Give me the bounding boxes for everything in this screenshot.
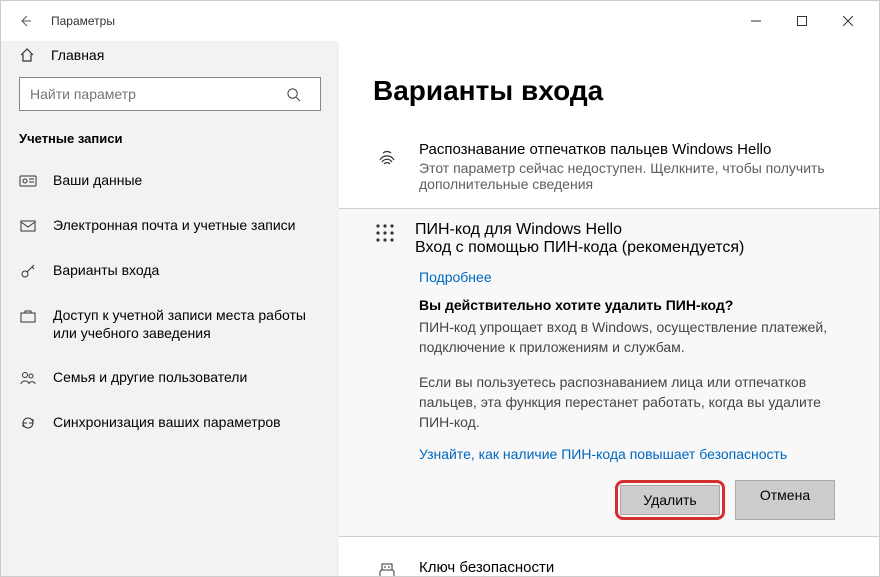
nav-label: Ваши данные [53,171,142,189]
delete-button[interactable]: Удалить [620,485,720,515]
option-title: ПИН-код для Windows Hello [415,221,744,239]
nav-signin-options[interactable]: Варианты входа [1,248,339,293]
pin-learn-link[interactable]: Узнайте, как наличие ПИН-кода повышает б… [419,446,787,462]
nav-family[interactable]: Семья и другие пользователи [1,355,339,400]
minimize-button[interactable] [733,6,779,36]
search-box[interactable] [19,77,321,111]
sidebar: Главная Учетные записи Ваши данные Элект… [1,41,339,576]
search-icon [286,87,320,102]
briefcase-icon [19,307,37,325]
option-title: Ключ безопасности [419,559,750,576]
main-panel: Варианты входа Распознавание отпечатков … [339,41,879,576]
close-button[interactable] [825,6,871,36]
option-security-key[interactable]: Ключ безопасности Вход с помощью физичес… [373,549,845,576]
pin-warning-1: ПИН-код упрощает вход в Windows, осущест… [419,317,845,358]
window-title: Параметры [51,14,115,28]
home-icon [19,47,35,63]
maximize-button[interactable] [779,6,825,36]
nav-label: Синхронизация ваших параметров [53,413,281,431]
cancel-button[interactable]: Отмена [735,480,835,520]
back-button[interactable] [9,5,41,37]
option-title: Распознавание отпечатков пальцев Windows… [419,141,845,158]
sync-icon [19,414,37,432]
page-heading: Варианты входа [373,75,845,107]
nav-work-access[interactable]: Доступ к учетной записи места работы или… [1,293,339,355]
usb-key-icon [373,561,401,576]
home-label: Главная [51,47,104,63]
section-header: Учетные записи [1,127,339,158]
person-card-icon [19,172,37,190]
key-icon [19,262,37,280]
pin-warning-2: Если вы пользуетесь распознаванием лица … [419,372,845,433]
option-desc: Вход с помощью ПИН-кода (рекомендуется) [415,239,744,257]
nav-label: Варианты входа [53,261,159,279]
fingerprint-icon [373,143,401,171]
pin-confirm-text: Вы действительно хотите удалить ПИН-код? [419,297,845,313]
option-fingerprint[interactable]: Распознавание отпечатков пальцев Windows… [373,131,845,202]
nav-label: Электронная почта и учетные записи [53,216,295,234]
option-pin-expanded: ПИН-код для Windows Hello Вход с помощью… [339,208,879,537]
nav-label: Доступ к учетной записи места работы или… [53,306,321,342]
nav-your-info[interactable]: Ваши данные [1,158,339,203]
nav-email-accounts[interactable]: Электронная почта и учетные записи [1,203,339,248]
nav-label: Семья и другие пользователи [53,368,247,386]
delete-highlight: Удалить [615,480,725,520]
option-desc: Этот параметр сейчас недоступен. Щелкнит… [419,160,845,192]
pin-more-link[interactable]: Подробнее [419,269,492,285]
home-link[interactable]: Главная [1,41,339,77]
people-icon [19,369,37,387]
nav-sync[interactable]: Синхронизация ваших параметров [1,400,339,445]
search-input[interactable] [20,86,286,102]
option-pin[interactable]: ПИН-код для Windows Hello Вход с помощью… [373,221,845,257]
keypad-icon [373,221,397,257]
mail-icon [19,217,37,235]
